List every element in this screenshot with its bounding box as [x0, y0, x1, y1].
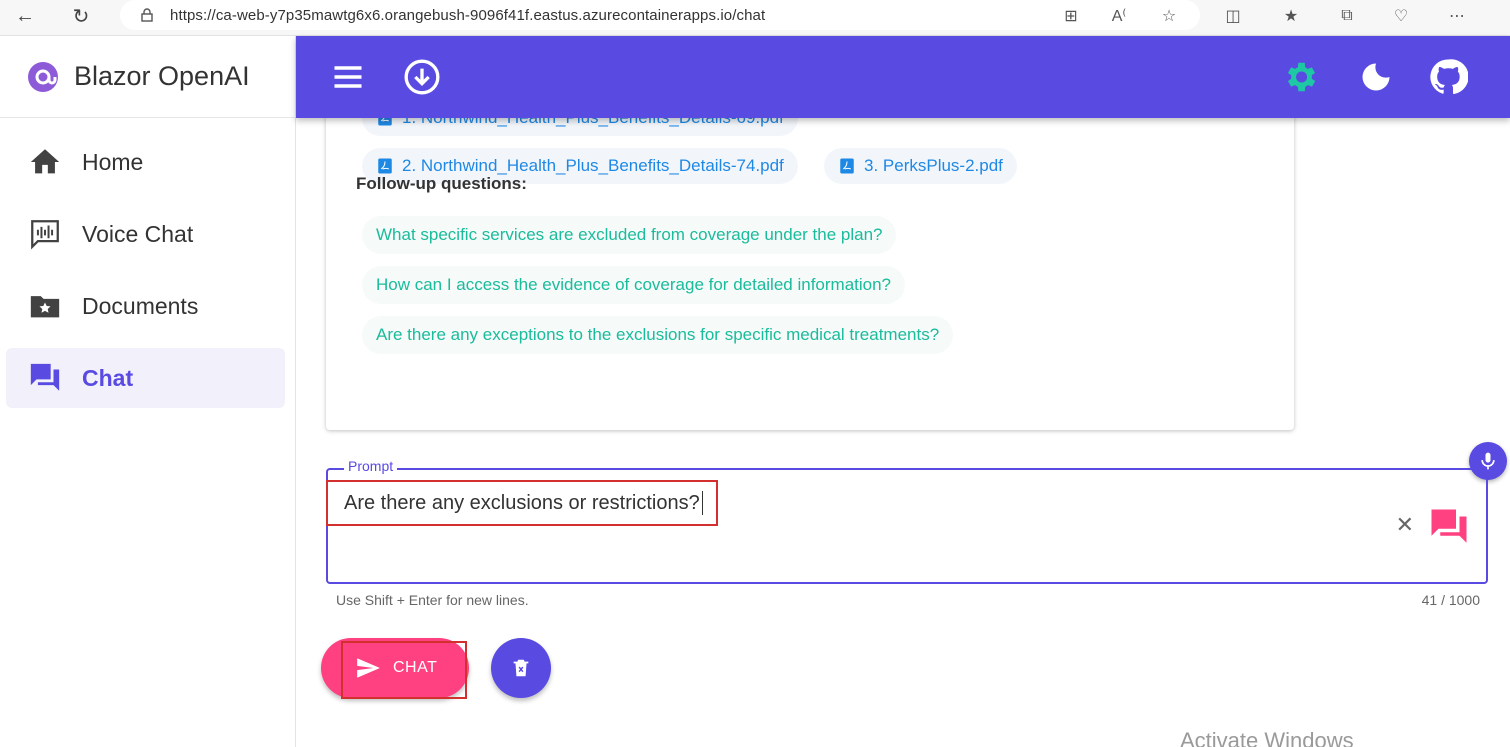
sidebar-item-label: Home [82, 148, 144, 175]
sidebar-item-chat[interactable]: Chat [6, 348, 285, 408]
pdf-icon [840, 158, 854, 174]
citation-label: 1. Northwind_Health_Plus_Benefits_Detail… [402, 118, 784, 128]
app-available-icon[interactable]: ⊞ [1058, 3, 1084, 29]
windows-watermark: Activate Windows [1180, 728, 1354, 747]
prompt-label: Prompt [344, 458, 398, 474]
more-options-icon[interactable]: ⋯ [1444, 3, 1470, 29]
text-caret [701, 491, 703, 515]
sidebar-item-documents[interactable]: Documents [6, 276, 285, 336]
settings-gear-icon[interactable] [1280, 57, 1320, 97]
sidebar: Blazor OpenAI Home Voice Chat Documents … [0, 36, 296, 747]
citation-chip[interactable]: 3. PerksPlus-2.pdf [824, 148, 1017, 184]
back-icon[interactable]: ← [10, 2, 40, 30]
read-aloud-icon[interactable]: A⁽ [1106, 3, 1132, 29]
pdf-icon [378, 158, 392, 174]
download-icon[interactable] [402, 57, 442, 97]
browser-toolbar: ← ↻ https://ca-web-y7p35mawtg6x6.orangeb… [0, 0, 1510, 36]
chat-main: 1. Northwind_Health_Plus_Benefits_Detail… [296, 118, 1510, 747]
prompt-input[interactable]: Are there any exclusions or restrictions… [326, 480, 718, 526]
sidebar-item-label: Voice Chat [82, 220, 194, 247]
send-chat-icon[interactable] [1428, 506, 1470, 548]
sidebar-item-voice-chat[interactable]: Voice Chat [6, 204, 285, 264]
prompt-field[interactable]: Prompt Are there any exclusions or restr… [326, 458, 1488, 584]
favorites-icon[interactable]: ★ [1278, 3, 1304, 29]
home-icon [28, 145, 62, 179]
documents-folder-icon [28, 289, 62, 323]
clear-chat-button[interactable] [491, 638, 551, 698]
sidebar-item-label: Chat [82, 364, 134, 391]
highlight-box [341, 641, 467, 699]
voice-chat-icon [28, 217, 62, 251]
address-bar[interactable]: https://ca-web-y7p35mawtg6x6.orangebush-… [120, 0, 1200, 30]
chat-icon [28, 361, 62, 395]
followup-question[interactable]: Are there any exceptions to the exclusio… [362, 316, 954, 354]
dark-mode-moon-icon[interactable] [1356, 57, 1396, 97]
citation-label: 3. PerksPlus-2.pdf [864, 156, 1003, 175]
delete-icon [513, 659, 529, 677]
sidebar-item-home[interactable]: Home [6, 132, 285, 192]
url-text: https://ca-web-y7p35mawtg6x6.orangebush-… [170, 6, 766, 24]
clear-icon[interactable]: ✕ [1396, 512, 1414, 538]
brand: Blazor OpenAI [0, 36, 295, 118]
pdf-icon [378, 118, 392, 126]
blazor-logo-icon [28, 61, 58, 92]
followup-title: Follow-up questions: [356, 174, 527, 193]
github-icon[interactable] [1428, 57, 1468, 97]
nav-menu: Home Voice Chat Documents Chat [0, 118, 295, 408]
menu-icon[interactable] [328, 57, 368, 97]
followup-question[interactable]: How can I access the evidence of coverag… [362, 266, 906, 304]
split-screen-icon[interactable]: ◫ [1220, 3, 1246, 29]
browser-essentials-icon[interactable]: ♡ [1388, 3, 1414, 29]
citation-chip[interactable]: 1. Northwind_Health_Plus_Benefits_Detail… [362, 118, 798, 136]
app-bar [296, 36, 1510, 118]
answer-card: 1. Northwind_Health_Plus_Benefits_Detail… [326, 118, 1294, 430]
collections-icon[interactable]: ⧉ [1334, 3, 1360, 29]
followup-question[interactable]: What specific services are excluded from… [362, 216, 897, 254]
prompt-text: Are there any exclusions or restrictions… [344, 491, 700, 514]
refresh-icon[interactable]: ↻ [66, 2, 96, 30]
citation-label: 2. Northwind_Health_Plus_Benefits_Detail… [402, 156, 784, 175]
character-counter: 41 / 1000 [1421, 592, 1480, 608]
chat-button[interactable]: CHAT [321, 638, 469, 699]
app-title: Blazor OpenAI [74, 61, 250, 91]
prompt-helper-text: Use Shift + Enter for new lines. [336, 592, 529, 608]
sidebar-item-label: Documents [82, 292, 199, 319]
favorite-star-icon[interactable]: ☆ [1156, 3, 1182, 29]
lock-icon [141, 8, 153, 22]
